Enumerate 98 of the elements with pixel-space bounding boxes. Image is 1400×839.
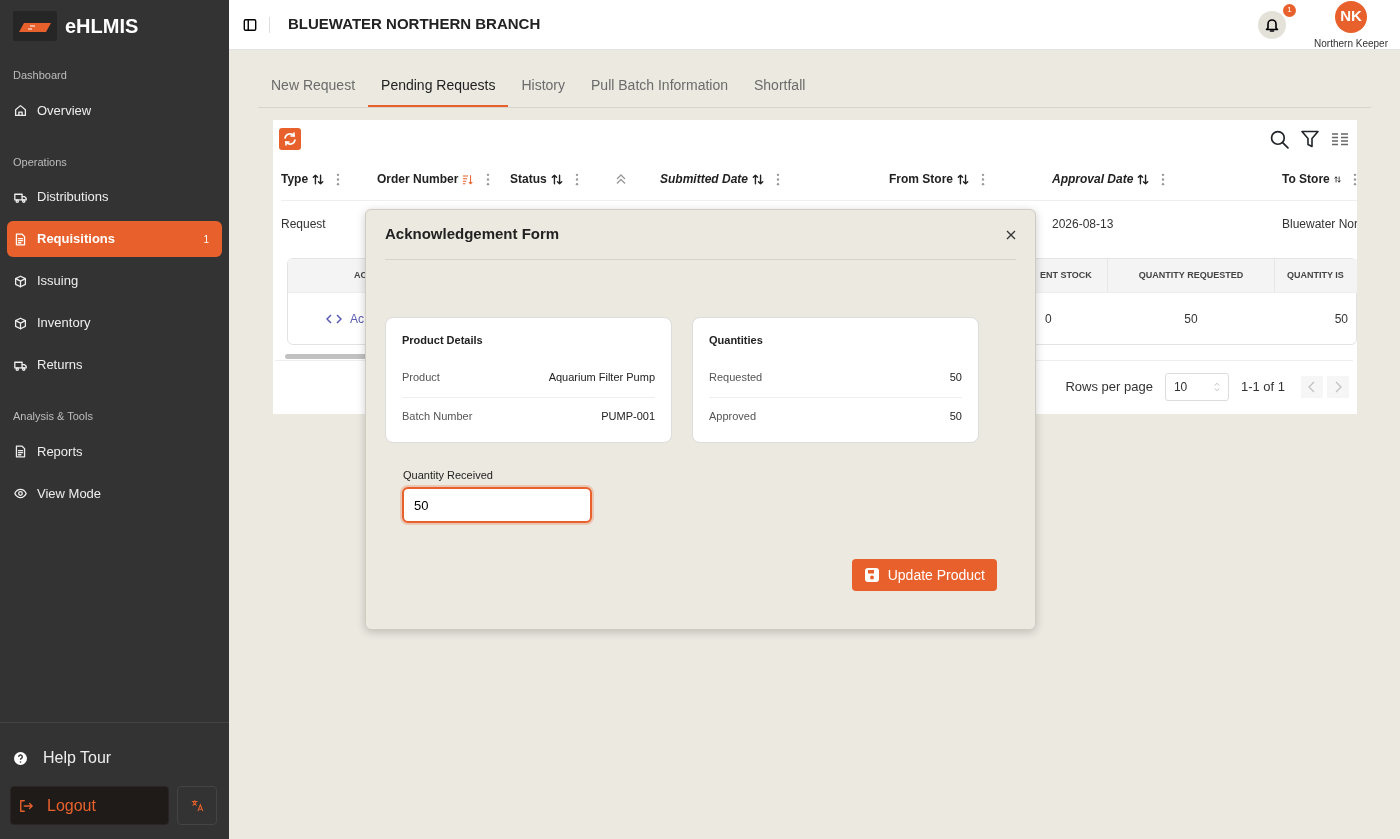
kebab-menu-icon[interactable] (981, 172, 985, 186)
field-value: PUMP-001 (601, 409, 655, 425)
sort-icon[interactable] (1333, 173, 1341, 185)
chevron-left-icon (1308, 381, 1316, 393)
kebab-menu-icon[interactable] (776, 172, 780, 186)
field-label: Approved (709, 409, 757, 425)
notification-button[interactable] (1258, 10, 1287, 39)
kebab-menu-icon[interactable] (574, 172, 579, 186)
field-value: Aquarium Filter Pump (548, 369, 655, 385)
kebab-menu-icon[interactable] (336, 172, 341, 186)
column-header[interactable]: To Store (1282, 170, 1330, 188)
box-icon (14, 274, 27, 288)
tab[interactable]: History (508, 65, 579, 107)
kebab-menu-icon[interactable] (486, 172, 491, 186)
chevron-right-icon (1334, 381, 1342, 393)
table-cell-text: Bluewater Nor (1282, 215, 1357, 233)
close-button[interactable] (1006, 229, 1016, 240)
kebab-menu-icon[interactable] (1161, 172, 1166, 186)
spinner-icon (1213, 382, 1220, 392)
sort-icon[interactable] (550, 173, 563, 185)
sidebar-item[interactable]: Inventory (7, 305, 222, 341)
sidebar-item[interactable]: Overview (7, 92, 222, 129)
scrollbar-thumb[interactable] (285, 354, 367, 359)
column-header[interactable]: From Store (889, 170, 953, 188)
refresh-button[interactable] (279, 128, 301, 150)
sidebar-item[interactable]: Distributions (7, 179, 222, 215)
sort-icon[interactable] (957, 173, 969, 185)
tab[interactable]: New Request (258, 65, 369, 107)
field-value: 50 (949, 409, 962, 425)
card-title: Product Details (402, 333, 484, 348)
table-cell-text: 0 (1045, 310, 1052, 328)
field-value: 50 (949, 369, 962, 385)
column-header[interactable]: Order Number (377, 170, 459, 188)
field-label: Quantity Received (403, 467, 494, 483)
column-header: QUANTITY IS (1287, 268, 1344, 282)
card-title: Quantities (709, 333, 764, 348)
kebab-menu-icon[interactable] (1353, 172, 1357, 186)
close-icon (1006, 229, 1016, 240)
search-icon[interactable] (1270, 129, 1289, 149)
dialog-title: Acknowledgement Form (385, 224, 560, 245)
rows-per-page-label: Rows per page (1065, 378, 1153, 397)
sidebar-toggle-icon (243, 17, 257, 32)
translate-icon (190, 799, 204, 812)
table-cell-text: 50 (1334, 310, 1348, 328)
save-icon (863, 567, 880, 583)
logo-icon (13, 11, 57, 41)
bell-icon (1264, 16, 1281, 33)
tab[interactable]: Shortfall (741, 65, 819, 107)
table-cell-text: Request (281, 215, 326, 233)
sorted-icon[interactable] (462, 173, 475, 185)
sidebar-item[interactable]: Reports (7, 433, 222, 470)
code-icon (326, 312, 342, 325)
column-header[interactable]: Approval Date (1052, 170, 1134, 188)
brand-name: eHLMIS (65, 14, 139, 39)
sort-icon[interactable] (752, 173, 764, 185)
column-header: QUANTITY REQUESTED (1138, 268, 1244, 282)
column-header: ENT STOCK (1040, 268, 1092, 282)
column-header[interactable]: Submitted Date (660, 170, 748, 188)
eye-icon (14, 487, 27, 500)
table-cell-text: 50 (1184, 310, 1198, 328)
sort-icon[interactable] (312, 173, 325, 185)
branch-title: BLUEWATER NORTHERN BRANCH (288, 14, 541, 35)
column-header[interactable]: Type (281, 170, 309, 188)
count-label: 1 (203, 232, 210, 247)
sidebar-item[interactable]: Issuing (7, 263, 222, 299)
column-header[interactable]: Status (510, 170, 547, 188)
action-link[interactable]: Ac (326, 309, 364, 328)
box-icon (14, 316, 27, 330)
help-icon (14, 751, 27, 765)
field-label: Product (402, 369, 440, 385)
tab[interactable]: Pending Requests (368, 65, 509, 107)
columns-icon[interactable] (1331, 132, 1349, 146)
refresh-icon (282, 131, 298, 147)
user-name: Northern Keeper (1314, 36, 1388, 51)
sort-icon[interactable] (1137, 173, 1150, 185)
sidebar-item[interactable]: Returns (7, 347, 222, 383)
sidebar-item[interactable]: View Mode (7, 475, 222, 512)
section-heading: Operations (12, 154, 68, 170)
logout-button[interactable]: Logout (10, 786, 169, 825)
tab[interactable]: Pull Batch Information (578, 65, 741, 107)
section-heading: Analysis & Tools (12, 409, 94, 424)
page-range: 1-1 of 1 (1240, 378, 1285, 397)
sidebar-toggle-button[interactable] (243, 17, 257, 32)
document-icon (14, 445, 27, 458)
document-icon (14, 232, 27, 246)
logout-icon (19, 798, 33, 813)
quantity-input[interactable]: 50 (402, 487, 592, 523)
translate-button[interactable] (177, 786, 217, 825)
notification-badge: 1 (1283, 3, 1297, 17)
table-cell-text: 2026-08-13 (1052, 215, 1114, 233)
filter-icon[interactable] (1301, 130, 1319, 148)
rows-per-page-select[interactable]: 10 (1164, 373, 1229, 401)
field-label: Requested (709, 369, 763, 385)
collapse-icon[interactable] (615, 173, 627, 185)
help-tour-button[interactable]: Help Tour (7, 740, 222, 776)
home-icon (14, 104, 27, 117)
section-heading: Dashboard (12, 68, 68, 83)
field-label: Batch Number (402, 409, 473, 425)
